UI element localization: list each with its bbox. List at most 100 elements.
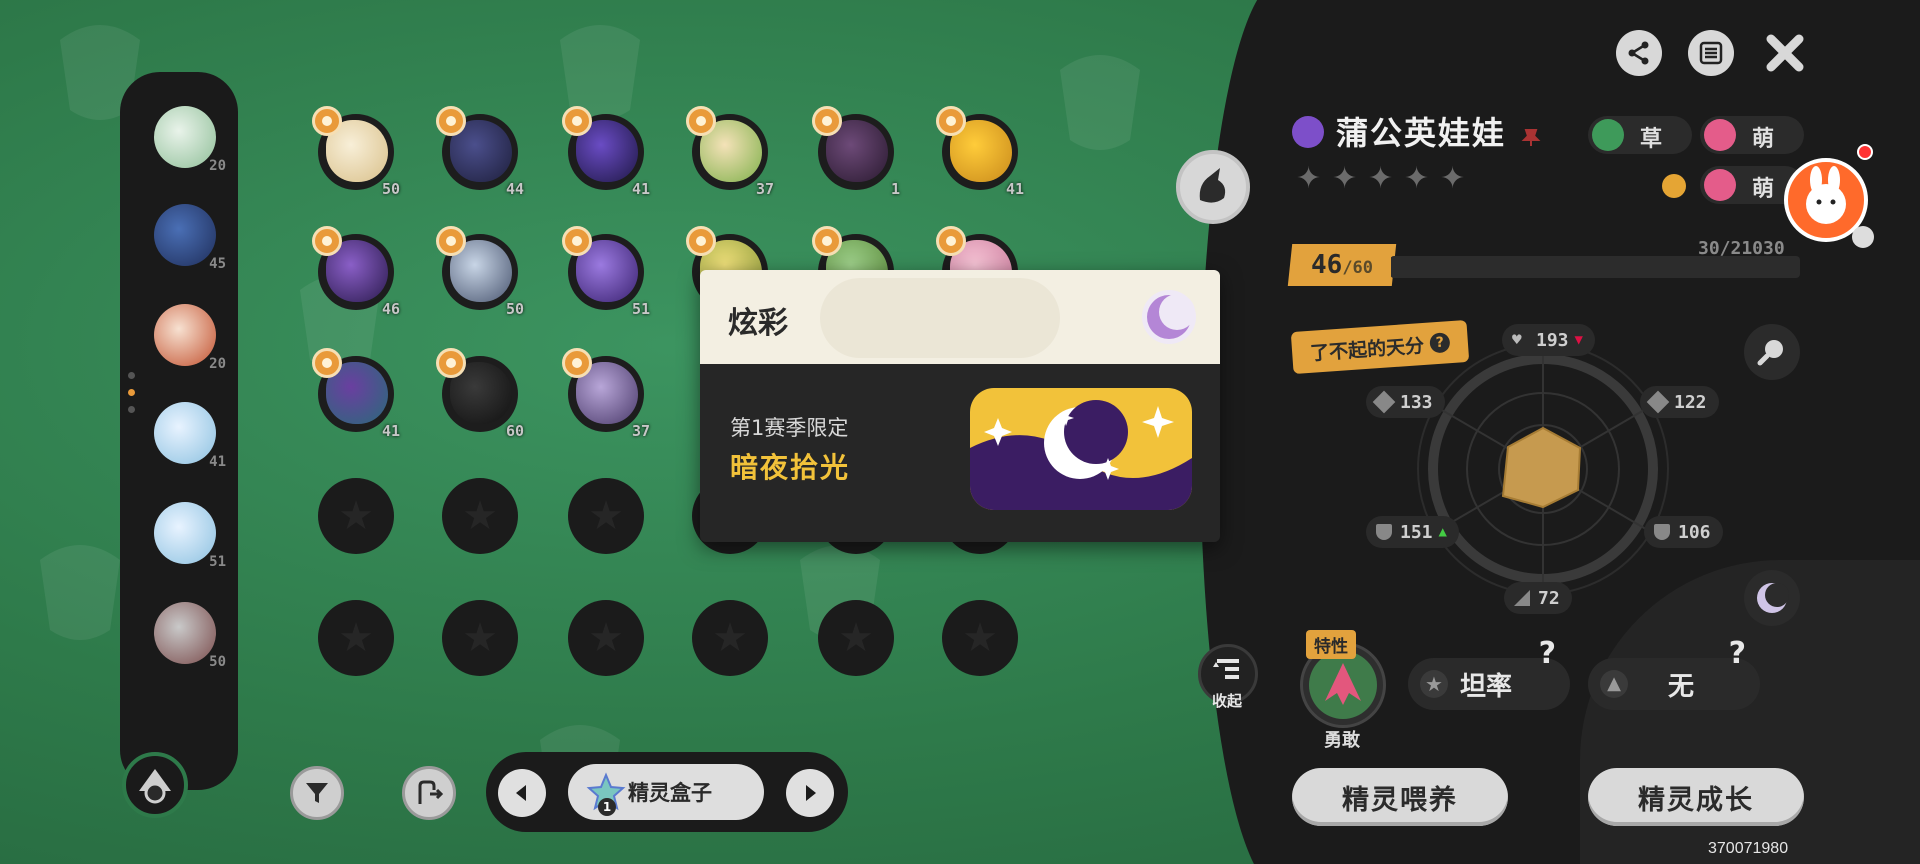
stat-value: 151 <box>1400 521 1433 543</box>
star-icon: ✦ <box>1404 161 1430 196</box>
pet-level: 50 <box>381 180 400 198</box>
stat-hp: ♥ 193 ▼ <box>1502 324 1595 356</box>
team-slot-3[interactable]: 20 <box>148 300 226 378</box>
box-selector[interactable]: 1 精灵盒子 <box>568 764 764 820</box>
exp-bar <box>1390 256 1800 278</box>
pet-slot[interactable]: 46 <box>312 226 400 318</box>
empty-pet-slot[interactable] <box>318 600 394 676</box>
empty-pet-slot[interactable] <box>568 478 644 554</box>
type-badge-cute[interactable]: 萌 <box>1700 116 1804 154</box>
empty-pet-slot[interactable] <box>442 478 518 554</box>
medal-icon <box>812 226 842 256</box>
pet-slot[interactable]: 1 <box>812 106 900 198</box>
list-icon <box>1699 41 1723 65</box>
exp-fill <box>1390 256 1391 278</box>
empty-pet-slot[interactable] <box>568 600 644 676</box>
skin-name: 暗夜拾光 <box>730 451 851 484</box>
popup-subtitle: 第1赛季限定 <box>730 416 849 440</box>
ability-slot-2[interactable]: ▲ 无 ? <box>1588 636 1760 710</box>
star-icon: ✦ <box>1368 161 1394 196</box>
medal-icon <box>312 226 342 256</box>
leaf-icon <box>1592 119 1624 151</box>
grow-pet-button[interactable]: 精灵成长 <box>1588 768 1804 826</box>
star-icon: ✦ <box>1440 161 1466 196</box>
medal-icon <box>936 106 966 136</box>
help-icon[interactable]: ? <box>1539 636 1556 671</box>
pet-slot[interactable]: 41 <box>312 348 400 440</box>
prev-box-button[interactable] <box>498 769 546 817</box>
team-slot-1[interactable]: 20 <box>148 102 226 180</box>
star-icon: ✦ <box>1296 161 1322 196</box>
type-label: 萌 <box>1752 127 1775 152</box>
pet-slot[interactable]: 37 <box>562 348 650 440</box>
team-slot-6[interactable]: 50 <box>148 598 226 676</box>
pet-slot[interactable]: 41 <box>562 106 650 198</box>
pet-slot[interactable]: 50 <box>312 106 400 198</box>
stat-speed: 72 <box>1504 582 1572 614</box>
team-leader-button[interactable] <box>122 752 188 818</box>
nature-name: 勇敢 <box>1324 730 1360 751</box>
pet-level: 41 <box>631 180 650 198</box>
medal-icon <box>936 226 966 256</box>
sort-button[interactable] <box>402 766 456 820</box>
triangle-ability-icon: ▲ <box>1600 670 1628 698</box>
next-box-button[interactable] <box>786 769 834 817</box>
pet-slot[interactable]: 37 <box>686 106 774 198</box>
team-slot-4[interactable]: 41 <box>148 398 226 476</box>
empty-pet-slot[interactable] <box>692 600 768 676</box>
rabbit-avatar-icon <box>1806 166 1846 224</box>
inspect-button[interactable] <box>1744 324 1800 380</box>
ability-slot-1[interactable]: ★ 坦率 ? <box>1408 636 1570 710</box>
team-slot-level: 20 <box>209 158 226 174</box>
pet-slot[interactable]: 41 <box>936 106 1024 198</box>
exp-text: 30/21030 <box>1698 238 1785 259</box>
filter-button[interactable] <box>290 766 344 820</box>
magic-shield-icon <box>1654 524 1670 540</box>
team-slot-5[interactable]: 51 <box>148 498 226 576</box>
share-icon <box>1628 41 1649 65</box>
medal-icon <box>436 226 466 256</box>
shiny-skin-button[interactable] <box>1744 570 1800 626</box>
rarity-gem-icon <box>1292 116 1324 148</box>
share-button[interactable] <box>1616 30 1662 76</box>
sword-icon <box>1372 390 1396 414</box>
stat-sp-defense: 106 <box>1644 516 1723 548</box>
popup-title: 炫彩 <box>728 306 788 341</box>
stat-defense: 151 ▲ <box>1366 516 1459 548</box>
pet-slot[interactable]: 51 <box>562 226 650 318</box>
team-slot-level: 51 <box>209 554 226 570</box>
type-badge-grass[interactable]: 草 <box>1588 116 1692 154</box>
feed-pet-button[interactable]: 精灵喂养 <box>1292 768 1508 826</box>
empty-pet-slot[interactable] <box>442 600 518 676</box>
empty-pet-slot[interactable] <box>942 600 1018 676</box>
medal-icon <box>812 106 842 136</box>
trait-tag: 特性 <box>1306 630 1356 659</box>
box-pager: 1 精灵盒子 <box>486 752 848 832</box>
pet-silhouette-button[interactable] <box>1176 150 1250 224</box>
medal-icon <box>312 106 342 136</box>
stat-radar-chart <box>1417 343 1669 595</box>
shiny-skin-popup: 炫彩 第1赛季限定 暗夜拾光 <box>700 270 1220 542</box>
team-slot-2[interactable]: 45 <box>148 200 226 278</box>
level-value: 46 <box>1310 250 1343 280</box>
stat-value: 106 <box>1678 521 1711 543</box>
team-slot-level: 50 <box>209 654 226 670</box>
medal-icon <box>562 348 592 378</box>
pet-level: 44 <box>505 180 524 198</box>
help-icon[interactable]: ? <box>1729 636 1746 671</box>
empty-pet-slot[interactable] <box>818 600 894 676</box>
list-button[interactable] <box>1688 30 1734 76</box>
pet-slot[interactable]: 44 <box>436 106 524 198</box>
pet-slot[interactable]: 50 <box>436 226 524 318</box>
pet-slot[interactable]: 60 <box>436 348 524 440</box>
stat-up-arrow-icon: ▲ <box>1438 524 1447 540</box>
ability-name: 无 <box>1668 672 1695 702</box>
empty-pet-slot[interactable] <box>318 478 394 554</box>
close-button[interactable] <box>1762 30 1808 76</box>
radar-stat-shape <box>1501 426 1582 509</box>
moon-icon <box>1142 290 1196 344</box>
heart-icon: ♥ <box>1512 330 1522 349</box>
level-max: /60 <box>1342 258 1374 278</box>
bell-icon[interactable] <box>1852 226 1874 248</box>
pin-icon <box>1521 129 1541 146</box>
